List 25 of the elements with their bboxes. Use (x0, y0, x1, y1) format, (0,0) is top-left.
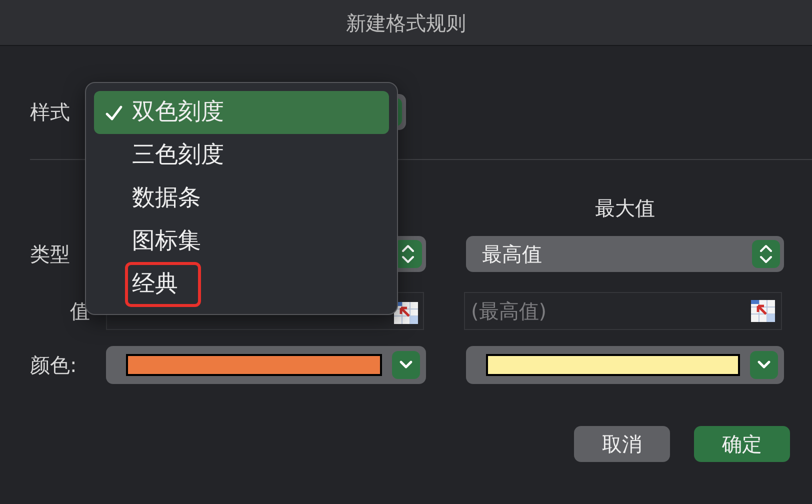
menu-item[interactable]: 图标集 (94, 220, 389, 263)
field-label: 颜色: (29, 352, 78, 379)
highlight-outline: 经典 (125, 262, 201, 307)
field-label: 类型 (29, 241, 71, 268)
menu-item[interactable]: 双色刻度 (94, 91, 389, 134)
chevron-down-icon (757, 360, 771, 370)
field-label: 样式 (29, 99, 71, 126)
window-title: 新建格式规则 (346, 10, 466, 36)
stepper-icon (401, 243, 415, 265)
color-picker[interactable] (106, 346, 426, 384)
cancel-button[interactable]: 取消 (574, 426, 670, 462)
column-header: 最大值 (594, 195, 656, 222)
ok-button[interactable]: 确定 (694, 426, 790, 462)
cell-picker-icon (750, 299, 776, 323)
menu-item[interactable]: 数据条 (94, 177, 389, 220)
checkmark-icon (105, 104, 123, 122)
menu-item[interactable]: 三色刻度 (94, 134, 389, 177)
popup-value: 最高值 (482, 241, 542, 268)
cell-picker-icon (393, 300, 419, 325)
menu-item[interactable]: 经典 (94, 263, 389, 306)
chevron-down-icon (399, 360, 413, 370)
value-field[interactable]: (最高值) (464, 292, 782, 330)
color-picker[interactable] (466, 346, 784, 384)
type-popup[interactable]: 最高值 (466, 236, 784, 272)
stepper-icon (759, 243, 773, 265)
